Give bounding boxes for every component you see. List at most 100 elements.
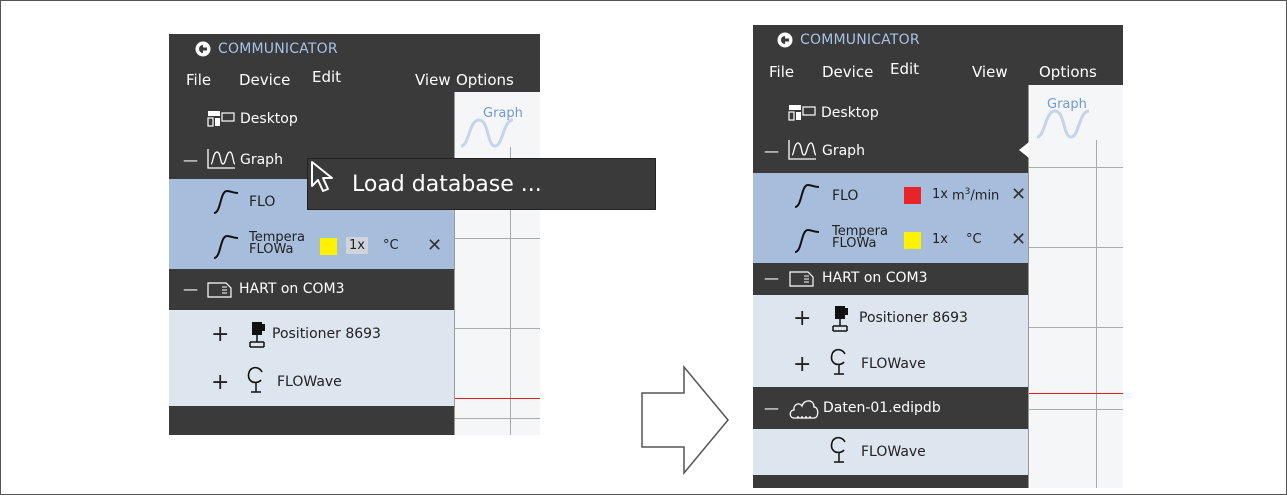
tree-item-database[interactable]: — Daten-01.edipdb — [753, 387, 1028, 429]
flowmeter-icon — [830, 436, 846, 463]
expand-icon[interactable]: + — [793, 306, 811, 331]
collapse-icon[interactable]: — — [764, 142, 779, 160]
channel-name: FLO — [249, 193, 276, 210]
channel-scale[interactable]: 1x — [932, 187, 948, 202]
channel-unit: °C — [966, 232, 982, 247]
channel-name-line2: FLOWa — [249, 242, 294, 257]
menu-options[interactable]: Options — [1039, 63, 1097, 81]
graph-pane[interactable]: Graph — [1028, 85, 1123, 488]
menu-file[interactable]: File — [769, 63, 794, 81]
expand-icon[interactable]: + — [793, 352, 811, 377]
tree-item-hart[interactable]: — HART on COM3 — [169, 269, 454, 309]
channel-unit: m3/min — [952, 187, 1000, 204]
close-icon[interactable]: ✕ — [427, 235, 442, 256]
tree-item-label: Positioner 8693 — [859, 310, 968, 326]
graph-trace — [1029, 393, 1123, 394]
tree-item-channel-temperature[interactable]: Tempera FLOWa 1x °C ✕ — [169, 224, 454, 269]
menu-view[interactable]: View — [415, 71, 451, 89]
load-database-tooltip[interactable]: Load database ... — [307, 158, 656, 210]
grid-line — [1029, 167, 1123, 168]
tree-item-label: Desktop — [821, 104, 879, 121]
title-bar: COMMUNICATOR — [753, 25, 1123, 55]
collapse-icon[interactable]: — — [764, 399, 779, 417]
tree-item-label: FLOWave — [277, 374, 342, 390]
grid-line — [455, 328, 540, 329]
tree-item-channel-flo[interactable]: FLO 1x m3/min ✕ — [753, 173, 1028, 218]
channel-scale[interactable]: 1x — [346, 237, 368, 254]
graph-icon — [207, 149, 235, 169]
curve-icon — [213, 234, 239, 259]
grid-line — [1029, 327, 1123, 328]
tree-item-desktop[interactable]: Desktop — [169, 96, 454, 141]
communicator-window-before: COMMUNICATOR File Device Edit View Optio… — [169, 34, 540, 435]
curve-icon — [794, 228, 820, 253]
tree-item-label: FLOWave — [861, 444, 926, 460]
menu-view[interactable]: View — [972, 63, 1008, 81]
menu-device[interactable]: Device — [239, 71, 290, 89]
tree-item-graph[interactable]: — Graph — [753, 128, 1028, 173]
flowmeter-icon — [830, 348, 846, 375]
channel-unit: °C — [383, 238, 399, 253]
curve-icon — [213, 189, 239, 214]
tree-item-label: Positioner 8693 — [272, 326, 381, 342]
tree-item-channel-temperature[interactable]: Tempera FLOWa 1x °C ✕ — [753, 218, 1028, 263]
tree-item-flowave[interactable]: + FLOWave — [169, 358, 454, 406]
title-bar: COMMUNICATOR — [169, 34, 540, 64]
channel-color-swatch[interactable] — [320, 238, 337, 255]
channel-scale[interactable]: 1x — [932, 232, 948, 247]
menu-edit[interactable]: Edit — [312, 68, 341, 86]
expand-icon[interactable]: + — [211, 370, 229, 395]
tree-item-label: FLOWave — [861, 356, 926, 372]
port-icon — [207, 282, 232, 298]
menu-bar: File Device Edit View Options — [169, 66, 540, 94]
curve-icon — [794, 183, 820, 208]
grid-line — [455, 238, 540, 239]
tree-item-positioner[interactable]: + Positioner 8693 — [169, 310, 454, 358]
tree-item-positioner[interactable]: + Positioner 8693 — [753, 295, 1028, 341]
port-icon — [789, 271, 814, 287]
cloud-database-icon — [789, 400, 819, 419]
grid-line — [455, 418, 540, 419]
transition-arrow-icon — [641, 365, 729, 475]
tree-item-label: Graph — [240, 151, 283, 168]
collapse-icon[interactable]: — — [764, 269, 779, 287]
tree-item-flowave[interactable]: + FLOWave — [753, 341, 1028, 387]
close-icon[interactable]: ✕ — [1011, 184, 1026, 205]
graph-icon — [788, 140, 816, 160]
graph-preview-icon — [1036, 109, 1090, 139]
tree-item-label: HART on COM3 — [822, 270, 928, 286]
menu-edit[interactable]: Edit — [890, 60, 919, 78]
app-title: COMMUNICATOR — [218, 41, 338, 57]
close-icon[interactable]: ✕ — [1011, 229, 1026, 250]
collapse-icon[interactable]: — — [183, 280, 198, 298]
positioner-icon — [832, 306, 848, 332]
channel-color-swatch[interactable] — [904, 232, 921, 249]
app-title: COMMUNICATOR — [800, 32, 920, 48]
flowmeter-icon — [247, 366, 263, 393]
tree-item-label: HART on COM3 — [239, 281, 345, 297]
collapse-icon[interactable]: — — [183, 151, 198, 169]
tree-item-label: Daten-01.edipdb — [823, 400, 941, 416]
positioner-icon — [249, 322, 265, 348]
channel-color-swatch[interactable] — [904, 187, 921, 204]
graph-preview-icon — [460, 118, 514, 148]
desktop-icon — [207, 111, 235, 127]
menu-options[interactable]: Options — [456, 71, 514, 89]
menu-bar: File Device Edit View Options — [753, 58, 1123, 86]
mouse-pointer-icon — [311, 161, 333, 192]
expand-icon[interactable]: + — [211, 322, 229, 347]
channel-name-line2: FLOWa — [832, 236, 877, 251]
graph-trace — [455, 398, 540, 399]
grid-line — [1029, 409, 1123, 410]
desktop-icon — [788, 105, 816, 121]
tree-item-db-flowave[interactable]: FLOWave — [753, 429, 1028, 475]
tree-item-hart[interactable]: — HART on COM3 — [753, 263, 1028, 293]
graph-pane[interactable]: Graph — [454, 92, 540, 435]
channel-name: FLO — [832, 187, 859, 204]
menu-device[interactable]: Device — [822, 63, 873, 81]
grid-line — [1096, 140, 1097, 488]
graph-selection-marker — [1019, 142, 1029, 158]
tree-item-label: Desktop — [240, 110, 298, 127]
grid-line — [1029, 247, 1123, 248]
menu-file[interactable]: File — [186, 71, 211, 89]
